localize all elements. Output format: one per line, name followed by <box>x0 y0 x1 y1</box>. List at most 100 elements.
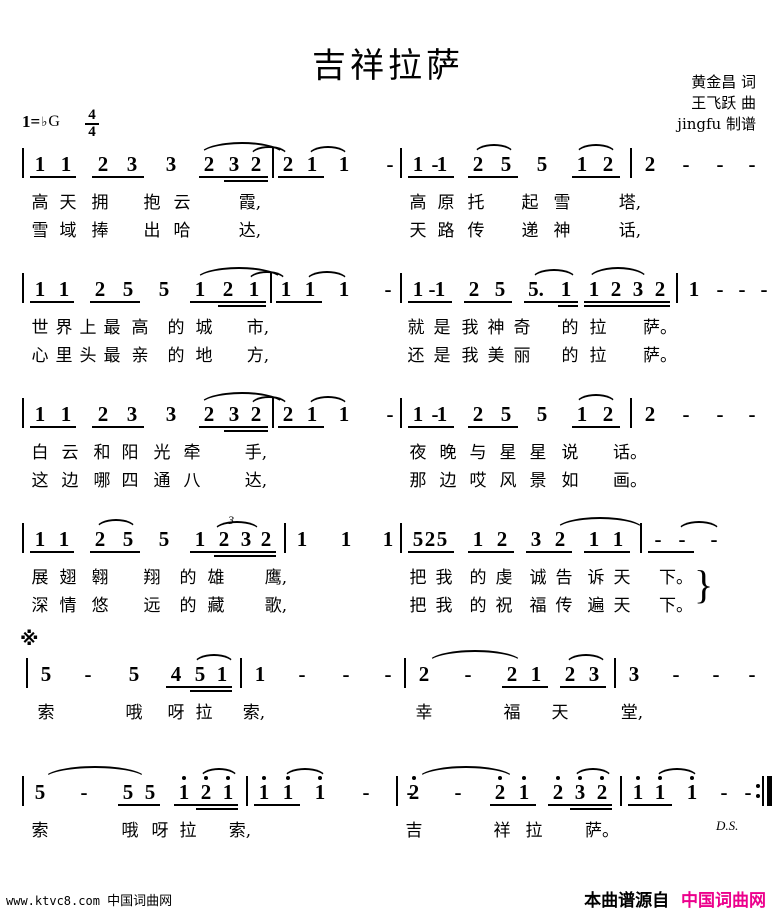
slur <box>200 768 238 778</box>
lyric: 拉 <box>589 346 607 366</box>
note: 5 <box>536 152 548 176</box>
note: 3 <box>165 402 177 426</box>
lyric-row-2a: 世 界 上 最 高 的 城 市, 就 是 我 神 奇 的 拉 萨。 <box>0 311 776 339</box>
barline <box>272 398 274 428</box>
key-signature: 1= ♭ G <box>22 112 60 132</box>
note: 2 <box>596 780 608 804</box>
lyric: 地 <box>195 346 213 366</box>
lyric: 风 <box>499 471 517 491</box>
beam <box>558 305 578 307</box>
slur <box>284 768 326 778</box>
lyric: 下。 <box>659 568 693 588</box>
note: 1 <box>472 527 484 551</box>
lyric: 最 <box>103 318 121 338</box>
beam <box>584 551 630 553</box>
note: 2 <box>468 277 480 301</box>
footer-left: www.ktvc8.com 中国词曲网 <box>6 890 172 909</box>
note: 1 <box>436 152 448 176</box>
beam <box>408 176 454 178</box>
note: 2 <box>602 402 614 426</box>
note: 5. <box>528 277 544 301</box>
note-dash: - <box>80 780 88 804</box>
lyric: 虔 <box>495 568 513 588</box>
slur <box>576 394 616 404</box>
note: - <box>654 527 662 551</box>
beam <box>30 426 76 428</box>
lyric: 萨。 <box>643 346 677 366</box>
note: 2 <box>602 152 614 176</box>
slur <box>576 144 616 154</box>
note-dash: - <box>760 277 768 301</box>
system-1: 1 1 2 3 3 2 3 2 2 1 1 - - 1 1 2 5 5 1 2 … <box>0 140 776 242</box>
lyric: 云 <box>61 443 79 463</box>
beam <box>196 808 238 810</box>
note: 3 <box>126 152 138 176</box>
note: 5 <box>40 662 52 686</box>
lyric: 索, <box>228 821 252 841</box>
note-dash: - <box>362 780 370 804</box>
note: 2 <box>97 152 109 176</box>
note: 1 <box>216 662 228 686</box>
note-dash: - <box>386 402 394 426</box>
note: 1 <box>280 277 292 301</box>
note: 2 <box>203 402 215 426</box>
lyric: 翱 <box>91 568 109 588</box>
lyric: 与 <box>469 443 487 463</box>
slur <box>194 654 234 664</box>
note: 5 <box>158 277 170 301</box>
slur <box>474 144 514 154</box>
note-dash: - <box>682 402 690 426</box>
note: 3 <box>588 662 600 686</box>
lyric: 方, <box>246 346 270 366</box>
lyric: 诉 <box>587 568 605 588</box>
note: 5 <box>34 780 46 804</box>
note: 1 <box>34 152 46 176</box>
system-3: 1 1 2 3 3 2 3 2 2 1 1 - - 1 1 2 5 5 1 2 … <box>0 390 776 492</box>
note-dash: - <box>716 277 724 301</box>
beam <box>276 301 322 303</box>
lyric: 索 <box>37 703 55 723</box>
slur <box>44 766 146 779</box>
note: 2 <box>552 780 564 804</box>
lyric: 的 <box>179 596 197 616</box>
lyric: 天 <box>409 221 427 241</box>
slur <box>96 519 136 529</box>
lyric: 祥 <box>493 821 511 841</box>
lyric: 市, <box>246 318 270 338</box>
lyric: 亲 <box>131 346 149 366</box>
note-dash: - <box>386 152 394 176</box>
lyric: 传 <box>555 596 573 616</box>
lyric: 把 <box>409 596 427 616</box>
sheet-music-page: 吉祥拉萨 黄金昌 词 王飞跃 曲 jingfu 制谱 1= ♭ G 4 4 1 1 … <box>0 0 776 917</box>
lyric: 八 <box>183 471 201 491</box>
lyric: 抱 <box>143 193 161 213</box>
lyric: 拉 <box>195 703 213 723</box>
note: 2 <box>610 277 622 301</box>
note-row-3: 1 1 2 3 3 2 3 2 2 1 1 - - 1 1 2 5 5 1 2 … <box>0 390 776 436</box>
note: 1 <box>530 662 542 686</box>
system-5: 5 - 5 4 5 1 1 - - - 2 - 2 1 2 3 3 - - - … <box>0 650 776 724</box>
flat-icon: ♭ <box>41 114 48 129</box>
lyric: 里 <box>55 346 73 366</box>
note: 2 <box>506 662 518 686</box>
lyric: 心 <box>31 346 49 366</box>
segno-icon: ※ <box>20 628 39 650</box>
footer-brand: 中国词曲网 <box>681 891 766 911</box>
note: 2 <box>94 277 106 301</box>
note-dash: - <box>720 780 728 804</box>
note: 4 <box>170 662 182 686</box>
note: 3 <box>574 780 586 804</box>
lyric: 祝 <box>495 596 513 616</box>
lyric: 鹰, <box>264 568 288 588</box>
lyric: 话。 <box>613 443 647 463</box>
beam <box>584 301 670 303</box>
lyric: 出 <box>143 221 161 241</box>
barline <box>22 776 24 806</box>
note: 2 <box>644 402 656 426</box>
lyric: 星 <box>499 443 517 463</box>
note-dash: - <box>716 152 724 176</box>
note: 1 <box>412 152 424 176</box>
beam <box>572 426 620 428</box>
note: 1 <box>34 277 46 301</box>
lyric-brace: } <box>694 562 714 607</box>
